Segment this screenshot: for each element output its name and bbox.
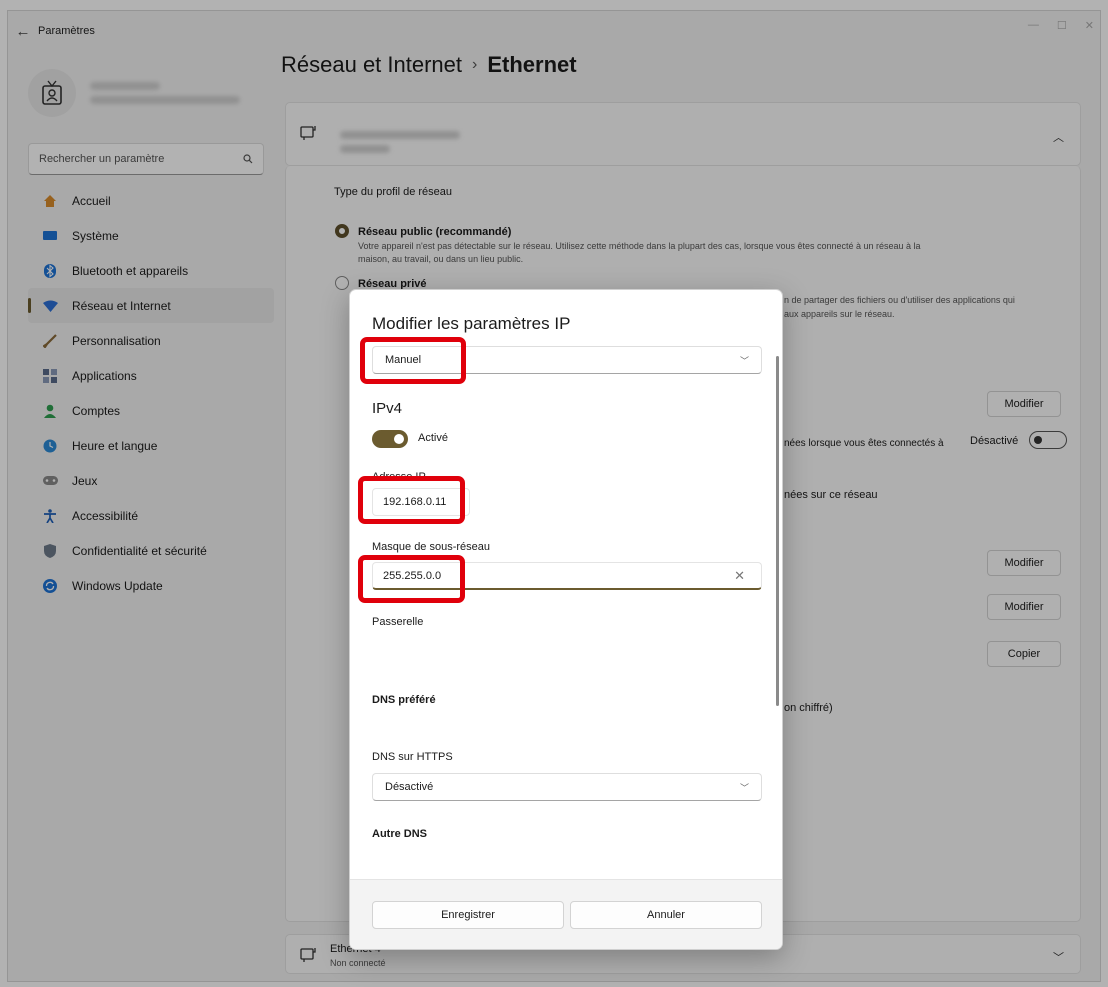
dns-https-value: Désactivé [385,781,434,793]
dns-https-label: DNS sur HTTPS [372,751,453,763]
dialog-scrollbar[interactable] [776,356,779,706]
chevron-down-icon: ﹀ [739,782,749,793]
cancel-button[interactable]: Annuler [570,901,762,929]
ipv4-toggle-label: Activé [418,432,448,444]
dialog-title: Modifier les paramètres IP [372,314,571,333]
chevron-down-icon: ﹀ [739,355,749,366]
dns-https-select[interactable]: Désactivé ﹀ [372,773,762,801]
save-button[interactable]: Enregistrer [372,901,564,929]
highlight-box-ip [358,476,465,524]
edit-ip-settings-dialog: Modifier les paramètres IP Manuel ﹀ IPv4… [349,289,783,950]
gateway-label: Passerelle [372,616,424,628]
highlight-box-mode [360,337,466,384]
alternate-dns-label: Autre DNS [372,828,428,840]
subnet-mask-label: Masque de sous-réseau [372,541,491,553]
preferred-dns-label: DNS préféré [372,694,436,706]
gateway-field[interactable] [372,634,762,664]
ipv4-heading: IPv4 [372,400,403,417]
clear-icon[interactable]: ✕ [734,568,745,584]
highlight-box-mask [358,555,465,603]
dialog-footer: Enregistrer Annuler [350,879,782,949]
ipv4-toggle[interactable] [372,430,408,448]
